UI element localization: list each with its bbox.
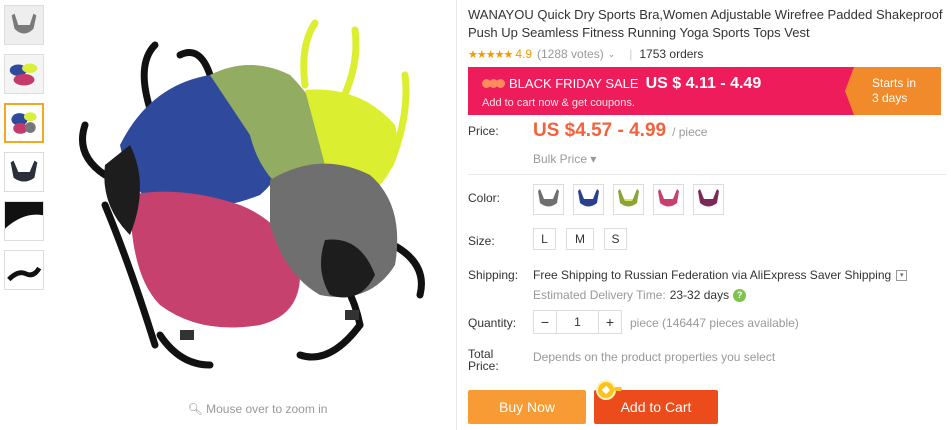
quantity-available: piece (146447 pieces available)	[630, 316, 799, 330]
size-options: L M S	[533, 228, 637, 250]
buy-now-button[interactable]: Buy Now	[468, 390, 586, 424]
thumbnail-5[interactable]	[4, 201, 44, 241]
bulk-price-toggle[interactable]: Bulk Price ▾	[533, 152, 596, 166]
sale-label: BLACK FRIDAY SALE	[509, 76, 639, 91]
orders-count: 1753 orders	[639, 47, 704, 61]
color-option-yellow[interactable]	[613, 184, 644, 215]
thumbnail-1[interactable]	[4, 5, 44, 45]
product-title: WANAYOU Quick Dry Sports Bra,Women Adjus…	[468, 7, 943, 40]
main-product-image[interactable]	[60, 5, 455, 400]
delivery-estimate: Estimated Delivery Time: 23-32 days ?	[533, 288, 747, 302]
separator: |	[629, 47, 633, 61]
shipping-method[interactable]: Free Shipping to Russian Federation via …	[533, 268, 908, 282]
caret-down-icon: ▾	[590, 152, 597, 166]
color-label: Color:	[468, 191, 501, 205]
size-label: Size:	[468, 234, 495, 248]
quantity-increment-button[interactable]: +	[599, 311, 621, 333]
color-option-blue[interactable]	[573, 184, 604, 215]
total-price-label: Total Price:	[468, 348, 499, 372]
price-value: US $4.57 - 4.99	[533, 120, 667, 141]
sale-countdown: Starts in 3 days	[845, 67, 941, 115]
sale-subtitle: Add to cart now & get coupons.	[482, 97, 635, 109]
thumbnail-list	[4, 5, 44, 299]
sale-info: BLACK FRIDAY SALE US $ 4.11 - 4.49 Add t…	[468, 67, 854, 115]
rating-value[interactable]: 4.9	[515, 47, 532, 61]
color-option-pink[interactable]	[653, 184, 684, 215]
help-icon[interactable]: ?	[733, 288, 747, 302]
zoom-hint: 🔍︎ Mouse over to zoom in	[60, 402, 455, 416]
size-option-l[interactable]: L	[533, 228, 556, 250]
magnifier-icon: 🔍︎	[187, 402, 203, 416]
thumbnail-2[interactable]	[4, 54, 44, 94]
sale-dots-icon	[482, 79, 505, 88]
price-unit: / piece	[672, 125, 708, 139]
total-label-line2: Price:	[468, 359, 499, 373]
price: US $4.57 - 4.99 / piece	[533, 120, 707, 142]
quantity-input[interactable]: 1	[556, 311, 599, 333]
quantity-stepper: − 1 +	[533, 310, 622, 334]
chevron-down-icon[interactable]: ▾	[896, 269, 908, 281]
thumbnail-4[interactable]	[4, 152, 44, 192]
bulk-price-label: Bulk Price	[533, 152, 588, 166]
product-detail-panel: WANAYOU Quick Dry Sports Bra,Women Adjus…	[468, 0, 946, 424]
sale-starts-days: 3 days	[872, 91, 908, 105]
shipping-label: Shipping:	[468, 268, 519, 282]
size-option-m[interactable]: M	[566, 228, 594, 250]
thumbnail-6[interactable]	[4, 250, 44, 290]
quantity-decrement-button[interactable]: −	[534, 311, 556, 333]
zoom-hint-text: Mouse over to zoom in	[206, 402, 328, 416]
size-option-s[interactable]: S	[604, 228, 627, 250]
coin-icon-tail	[614, 387, 622, 391]
coin-icon	[596, 380, 616, 400]
color-options	[533, 184, 733, 215]
chevron-down-icon[interactable]: ⌄	[608, 49, 616, 60]
price-label: Price:	[468, 124, 499, 138]
sale-price: US $ 4.11 - 4.49	[645, 75, 762, 92]
star-rating-icon: ★★★★★	[468, 48, 513, 61]
eta-value: 23-32 days	[669, 288, 730, 302]
shipping-text: Free Shipping to Russian Federation via …	[533, 268, 892, 282]
thumbnail-3[interactable]	[4, 103, 44, 143]
quantity-label: Quantity:	[468, 316, 517, 330]
eta-label: Estimated Delivery Time:	[533, 288, 666, 302]
section-divider	[468, 174, 946, 175]
color-option-gray[interactable]	[533, 184, 564, 215]
total-price-value: Depends on the product properties you se…	[533, 350, 776, 364]
column-divider	[456, 0, 457, 430]
color-option-purple[interactable]	[693, 184, 724, 215]
rating-row: ★★★★★ 4.9 (1288 votes) ⌄ | 1753 orders	[468, 46, 946, 62]
sale-banner[interactable]: BLACK FRIDAY SALE US $ 4.11 - 4.49 Add t…	[468, 67, 941, 115]
sale-starts-label: Starts in	[872, 76, 917, 90]
votes-count[interactable]: (1288 votes)	[537, 47, 604, 61]
